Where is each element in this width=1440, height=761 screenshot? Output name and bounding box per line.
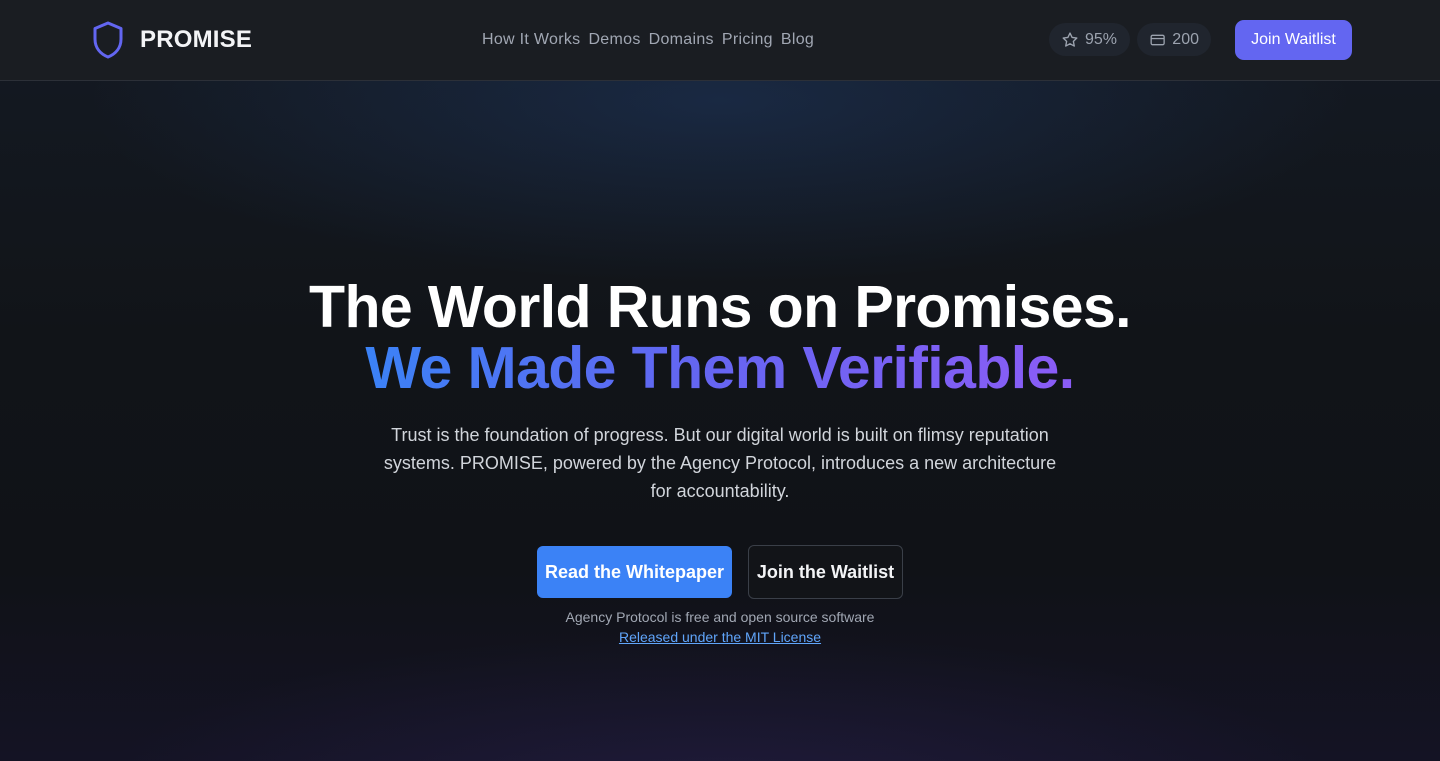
credits-value: 200 — [1172, 30, 1199, 48]
credit-card-icon — [1150, 34, 1165, 45]
nav-link-pricing[interactable]: Pricing — [722, 28, 773, 52]
hero-title: The World Runs on Promises. — [309, 274, 1132, 340]
read-whitepaper-button[interactable]: Read the Whitepaper — [537, 546, 732, 598]
hero-title-highlight: We Made Them Verifiable. — [0, 337, 1440, 399]
join-the-waitlist-button[interactable]: Join the Waitlist — [748, 545, 903, 599]
open-source-note: Agency Protocol is free and open source … — [565, 609, 875, 625]
brand-name: PROMISE — [140, 26, 253, 53]
nav-link-domains[interactable]: Domains — [649, 28, 714, 52]
nav-link-demos[interactable]: Demos — [588, 28, 640, 52]
nav-link-blog[interactable]: Blog — [781, 28, 814, 52]
hero-subtitle: Trust is the foundation of progress. But… — [383, 425, 1057, 501]
license-line: Released under the MIT License — [0, 628, 1440, 646]
brand-logo[interactable]: PROMISE — [91, 20, 252, 60]
nav-links: How It Works Demos Domains Pricing Blog — [482, 28, 822, 52]
mit-license-link[interactable]: Released under the MIT License — [619, 629, 821, 645]
nav-link-how-it-works[interactable]: How It Works — [482, 28, 580, 52]
credits-badge[interactable]: 200 — [1137, 23, 1211, 56]
rating-badge[interactable]: 95% — [1049, 23, 1130, 56]
star-icon — [1062, 31, 1078, 47]
shield-icon — [93, 21, 123, 59]
navbar: PROMISE How It Works Demos Domains Prici… — [0, 0, 1440, 81]
hero-title-gradient-text: We Made Them Verifiable. — [365, 335, 1075, 401]
join-waitlist-button[interactable]: Join Waitlist — [1235, 20, 1352, 60]
rating-value: 95% — [1085, 30, 1118, 48]
